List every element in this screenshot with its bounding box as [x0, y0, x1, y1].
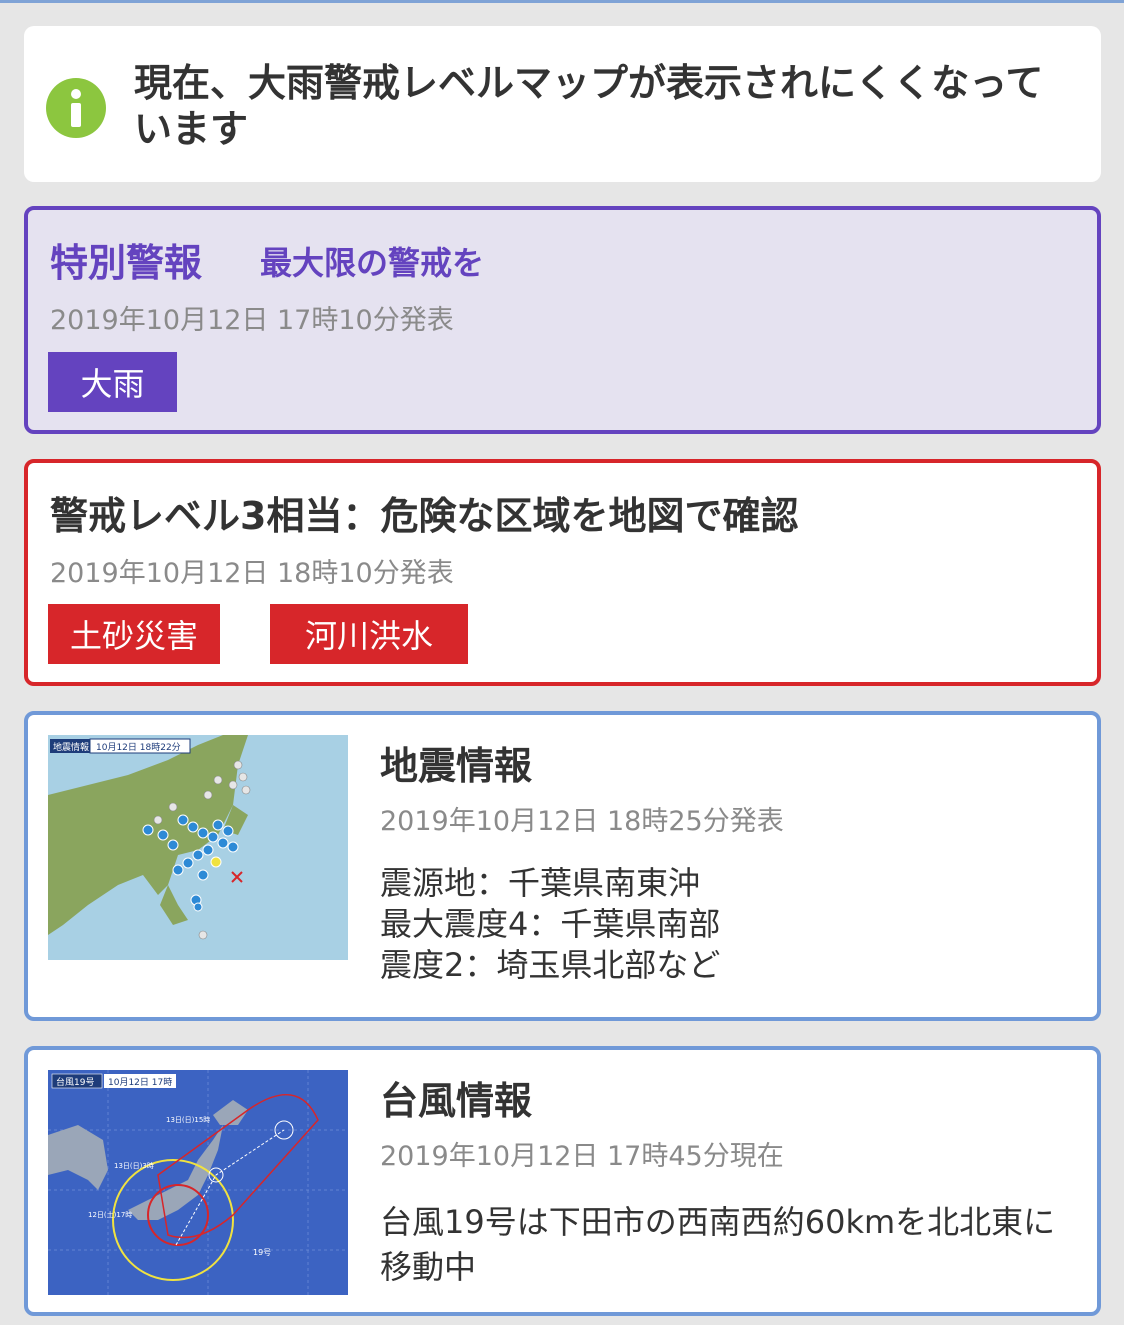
typhoon-date: 2019年10月12日 17時45分現在 — [380, 1141, 784, 1172]
special-warning-title: 特別警報 — [50, 241, 203, 285]
typhoon-mark-12-17: 12日(土)17時 — [88, 1210, 132, 1219]
typhoon-map-time: 10月12日 17時 — [108, 1077, 172, 1088]
earthquake-title: 地震情報 — [380, 744, 533, 788]
earthquake-details: 震源地：千葉県南東沖 最大震度4：千葉県南部 震度2：埼玉県北部など — [380, 863, 720, 986]
special-warning-date: 2019年10月12日 17時10分発表 — [50, 305, 454, 336]
earthquake-card[interactable]: 地震情報 10月12日 18時22分 地震情報 2019年10月12日 18時2… — [24, 711, 1101, 1021]
special-warning-card[interactable]: 特別警報 最大限の警戒を 2019年10月12日 17時10分発表 大雨 — [24, 206, 1101, 434]
level3-date: 2019年10月12日 18時10分発表 — [50, 558, 454, 589]
max-intensity-line: 最大震度4：千葉県南部 — [380, 905, 721, 943]
typhoon-description: 台風19号は下田市の西南西約60kmを北北東に移動中 — [380, 1203, 1056, 1286]
typhoon-map-thumbnail: 13日(日)15時 13日(日)3時 12日(土)17時 19号 台風19号 1… — [48, 1070, 348, 1295]
special-warning-subtitle: 最大限の警戒を — [260, 244, 485, 282]
heavy-rain-tag[interactable]: 大雨 — [48, 352, 177, 412]
typhoon-mark-19: 19号 — [253, 1248, 271, 1257]
earthquake-date: 2019年10月12日 18時25分発表 — [380, 806, 784, 837]
landslide-tag[interactable]: 土砂災害 — [48, 604, 220, 664]
info-icon — [46, 78, 106, 138]
typhoon-card[interactable]: 13日(日)15時 13日(日)3時 12日(土)17時 19号 台風19号 1… — [24, 1046, 1101, 1316]
river-flood-tag[interactable]: 河川洪水 — [270, 604, 468, 664]
intensity2-line: 震度2：埼玉県北部など — [380, 946, 721, 984]
level3-warning-card[interactable]: 警戒レベル3相当：危険な区域を地図で確認 2019年10月12日 18時10分発… — [24, 459, 1101, 686]
typhoon-title: 台風情報 — [380, 1079, 533, 1123]
earthquake-map-label: 地震情報 — [53, 741, 89, 753]
typhoon-mark-13-15: 13日(日)15時 — [166, 1116, 210, 1124]
level3-title: 警戒レベル3相当：危険な区域を地図で確認 — [50, 494, 799, 538]
epicenter-line: 震源地：千葉県南東沖 — [380, 864, 701, 902]
notice-text: 現在、大雨警戒レベルマップが表示されにくくなっています — [134, 61, 1044, 151]
earthquake-map-time: 10月12日 18時22分 — [96, 742, 181, 753]
typhoon-map-label: 台風19号 — [56, 1076, 94, 1088]
typhoon-mark-13-3: 13日(日)3時 — [114, 1162, 154, 1170]
earthquake-map-thumbnail: 地震情報 10月12日 18時22分 — [48, 735, 348, 960]
top-divider — [0, 0, 1124, 3]
notice-banner[interactable]: 現在、大雨警戒レベルマップが表示されにくくなっています — [24, 26, 1101, 182]
